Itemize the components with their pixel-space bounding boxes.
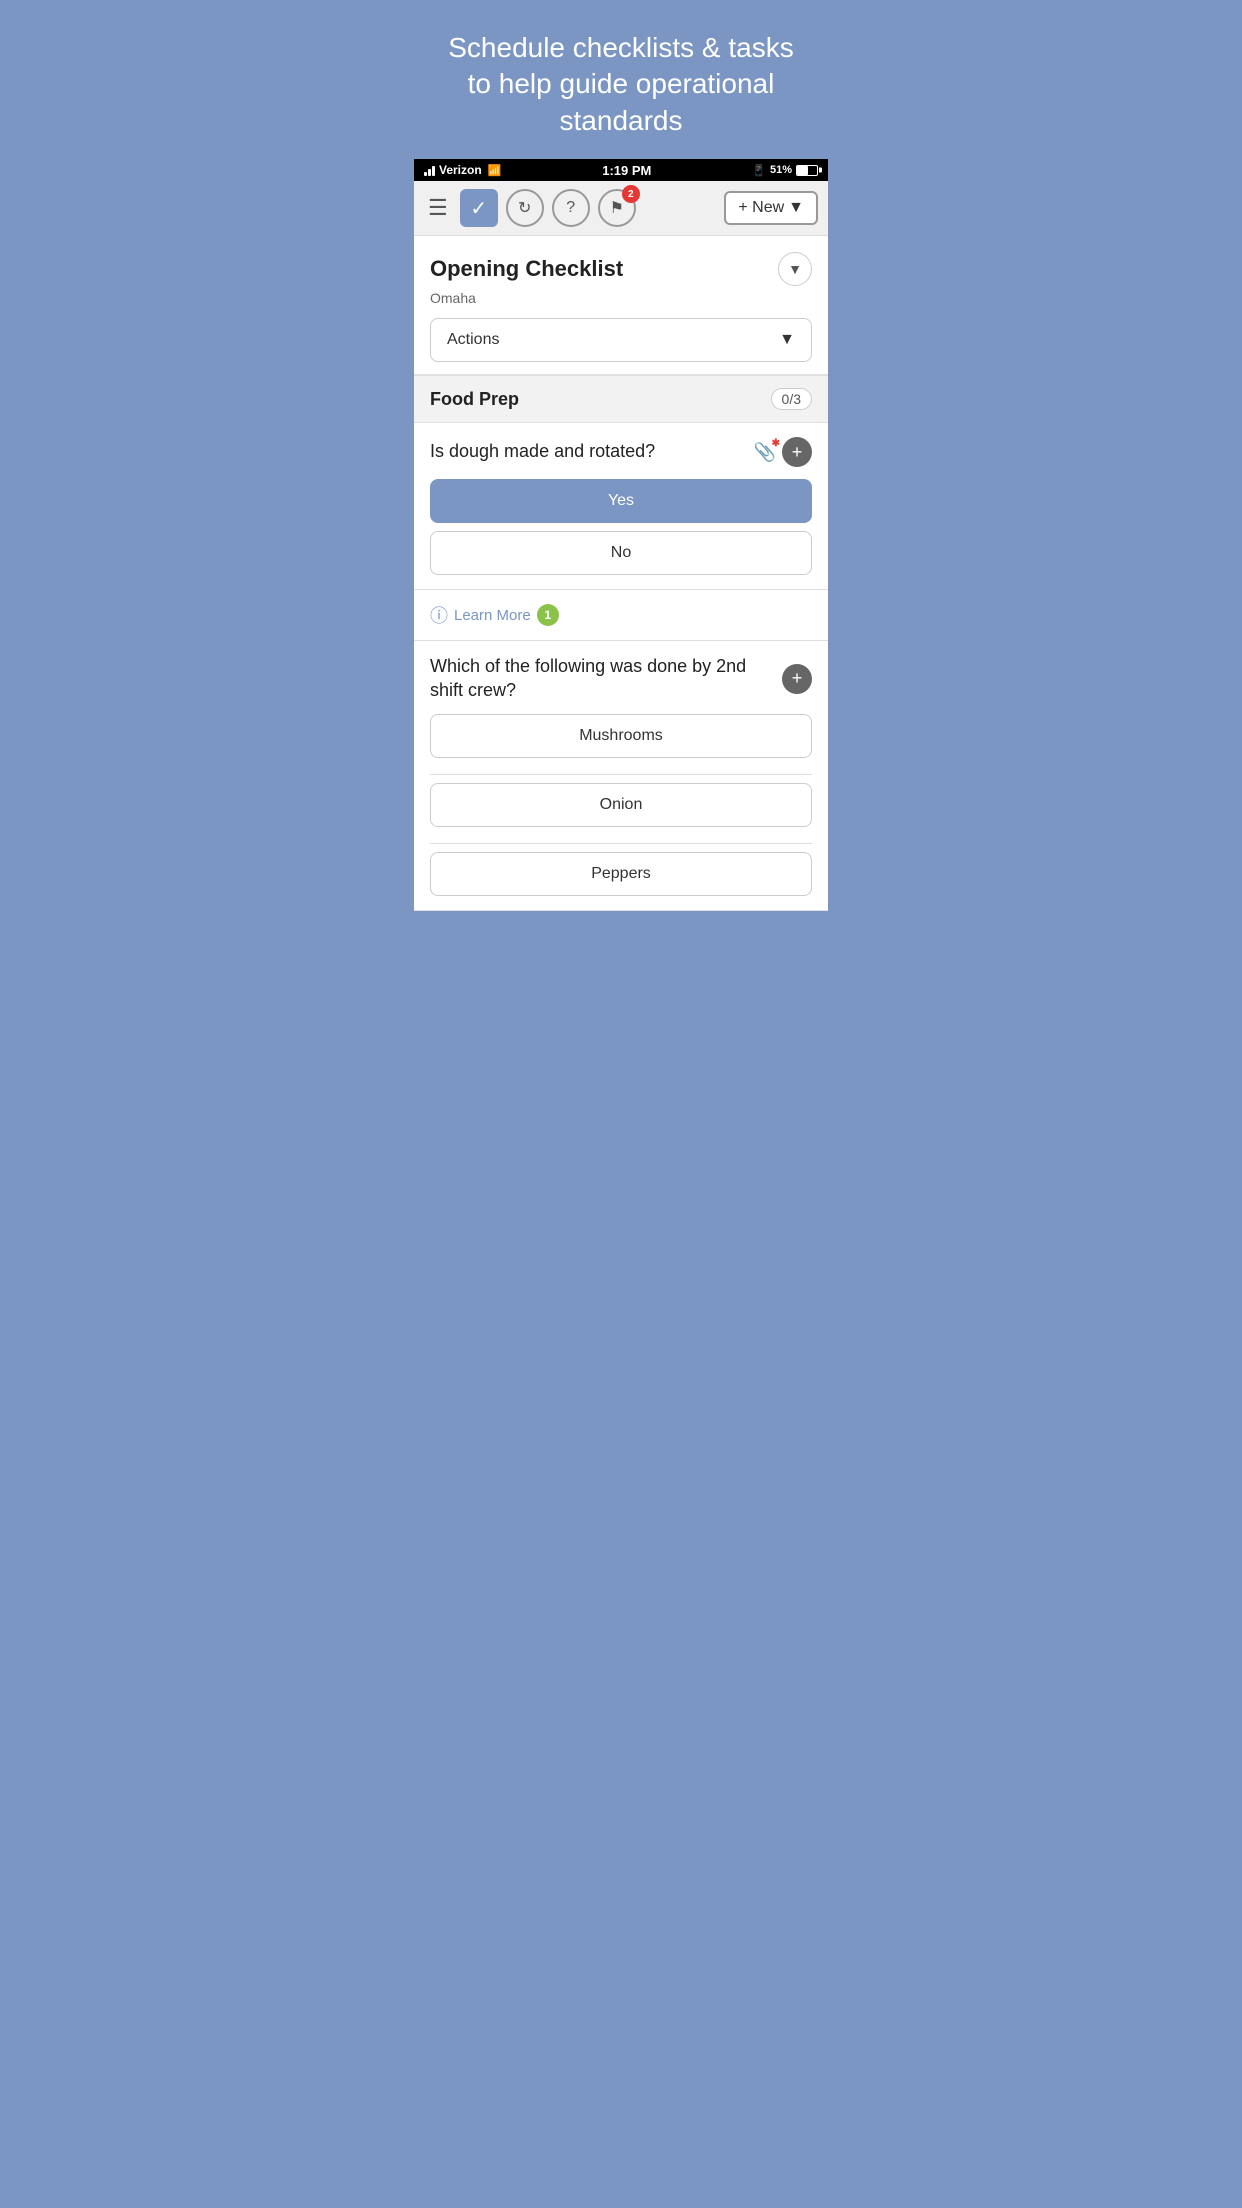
menu-button[interactable]: ☰ [424, 193, 452, 223]
separator-1 [430, 774, 812, 775]
question-row-1: Is dough made and rotated? 📎 ✱ + [430, 437, 812, 467]
hero-section: Schedule checklists & tasks to help guid… [414, 0, 828, 159]
new-button[interactable]: + New ▼ [724, 191, 818, 225]
actions-dropdown[interactable]: Actions ▼ [430, 318, 812, 362]
section-count: 0/3 [771, 388, 812, 410]
checklist-subtitle: Omaha [430, 290, 812, 306]
section-title: Food Prep [430, 389, 519, 410]
answer-onion-button[interactable]: Onion [430, 783, 812, 827]
attachment-asterisk: ✱ [772, 438, 780, 449]
status-bar: Verizon 📶 1:19 PM 📱 51% [414, 159, 828, 181]
answer-peppers-button[interactable]: Peppers [430, 852, 812, 896]
question-row-2: Which of the following was done by 2nd s… [430, 655, 812, 702]
separator-2 [430, 843, 812, 844]
signal-bar-1 [424, 172, 427, 176]
signal-bar-3 [432, 166, 435, 176]
actions-label: Actions [447, 331, 499, 349]
status-bar-time: 1:19 PM [602, 163, 651, 178]
checklist-dropdown-button[interactable]: ▼ [778, 252, 812, 286]
add-button-2[interactable]: + [782, 664, 812, 694]
answer-no-button[interactable]: No [430, 531, 812, 575]
question-card-1: Is dough made and rotated? 📎 ✱ + Yes No [414, 423, 828, 590]
checklist-button[interactable]: ✓ [460, 189, 498, 227]
app-wrapper: Schedule checklists & tasks to help guid… [414, 0, 828, 911]
checklist-header: Opening Checklist ▼ Omaha Actions ▼ [414, 236, 828, 375]
learn-more-row: ⓘ Learn More 1 [414, 590, 828, 641]
refresh-button[interactable]: ↻ [506, 189, 544, 227]
checklist-title-row: Opening Checklist ▼ [430, 252, 812, 286]
signal-bar-2 [428, 169, 431, 176]
question-text-1: Is dough made and rotated? [430, 440, 746, 463]
battery-fill [797, 166, 808, 175]
checklist-title: Opening Checklist [430, 256, 623, 282]
attachment-icon: 📎 ✱ [754, 442, 776, 463]
flag-badge: 2 [622, 185, 640, 203]
learn-more-count: 1 [537, 604, 559, 626]
new-button-label: + New [738, 199, 784, 217]
app-toolbar: ☰ ✓ ↻ ? ⚑ 2 + New ▼ [414, 181, 828, 236]
answer-mushrooms-button[interactable]: Mushrooms [430, 714, 812, 758]
status-bar-right: 📱 51% [752, 164, 818, 177]
battery-icon [796, 165, 818, 176]
phone-content: Opening Checklist ▼ Omaha Actions ▼ Food… [414, 236, 828, 911]
hero-title: Schedule checklists & tasks to help guid… [434, 30, 808, 139]
carrier-label: Verizon [439, 163, 482, 177]
question-card-2: Which of the following was done by 2nd s… [414, 641, 828, 911]
info-icon: ⓘ [430, 602, 448, 628]
question-icons-2: + [782, 664, 812, 694]
add-button-1[interactable]: + [782, 437, 812, 467]
actions-chevron-icon: ▼ [779, 331, 795, 349]
answer-yes-button[interactable]: Yes [430, 479, 812, 523]
battery-percent: 51% [770, 164, 792, 176]
help-button[interactable]: ? [552, 189, 590, 227]
section-header-food-prep: Food Prep 0/3 [414, 375, 828, 423]
question-icons-1: 📎 ✱ + [754, 437, 812, 467]
wifi-icon: 📶 [488, 164, 502, 177]
bluetooth-icon: 📱 [752, 164, 766, 177]
status-bar-left: Verizon 📶 [424, 163, 501, 177]
signal-bars [424, 164, 435, 176]
flag-button[interactable]: ⚑ 2 [598, 189, 636, 227]
new-button-chevron: ▼ [788, 199, 804, 217]
question-text-2: Which of the following was done by 2nd s… [430, 655, 774, 702]
learn-more-link[interactable]: Learn More [454, 607, 531, 624]
